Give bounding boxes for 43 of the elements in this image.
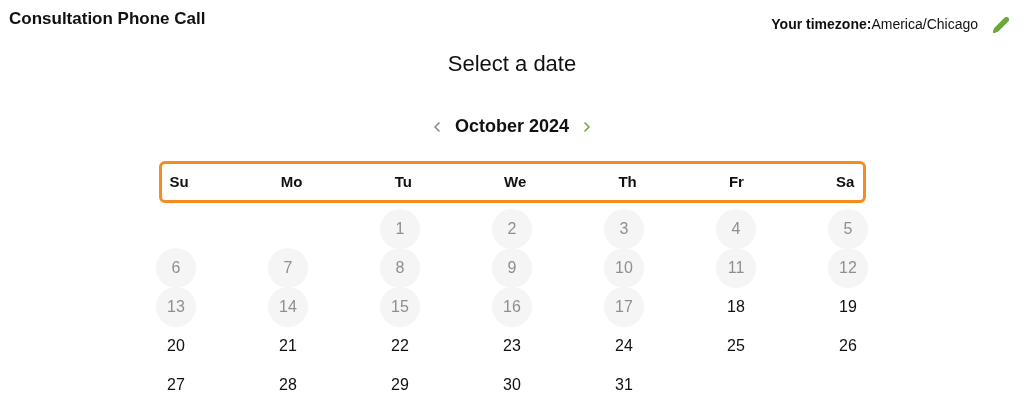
calendar-day[interactable]: 26: [828, 326, 868, 366]
weekday-label: Mo: [280, 171, 303, 192]
calendar-day[interactable]: 23: [492, 326, 532, 366]
calendar-day[interactable]: 18: [716, 287, 756, 327]
calendar-day: 3: [604, 209, 644, 249]
calendar-day[interactable]: 22: [380, 326, 420, 366]
edit-icon[interactable]: [992, 15, 1010, 34]
calendar-day: 10: [604, 248, 644, 288]
calendar-day[interactable]: 29: [380, 365, 420, 405]
weekday-label: Fr: [728, 171, 744, 192]
calendar-day: 4: [716, 209, 756, 249]
calendar-day[interactable]: 25: [716, 326, 756, 366]
calendar-day[interactable]: 27: [156, 365, 196, 405]
weekday-label: We: [504, 171, 527, 192]
calendar-day: 15: [380, 287, 420, 327]
calendar-day[interactable]: 30: [492, 365, 532, 405]
calendar-day[interactable]: 31: [604, 365, 644, 405]
month-label: October 2024: [454, 115, 570, 138]
section-heading: Select a date: [447, 50, 577, 78]
weekday-label: Th: [618, 171, 637, 192]
calendar-day[interactable]: 21: [268, 326, 308, 366]
calendar-day: 12: [828, 248, 868, 288]
calendar-day: 13: [156, 287, 196, 327]
calendar-day: 9: [492, 248, 532, 288]
calendar-day: 2: [492, 209, 532, 249]
calendar-day: 17: [604, 287, 644, 327]
calendar-day[interactable]: 20: [156, 326, 196, 366]
calendar-day: 7: [268, 248, 308, 288]
calendar-day[interactable]: 24: [604, 326, 644, 366]
page-title: Consultation Phone Call: [9, 8, 206, 30]
calendar-day: 5: [828, 209, 868, 249]
calendar-day: 6: [156, 248, 196, 288]
calendar-day[interactable]: 28: [268, 365, 308, 405]
weekday-label: Tu: [394, 171, 412, 192]
timezone-text: Your timezone:America/Chicago: [771, 15, 978, 34]
calendar-day: 14: [268, 287, 308, 327]
weekday-label: Su: [169, 171, 189, 192]
calendar-day[interactable]: 19: [828, 287, 868, 327]
weekday-label: Sa: [836, 171, 855, 192]
calendar-day: 1: [380, 209, 420, 249]
calendar-day: 16: [492, 287, 532, 327]
calendar-day: 11: [716, 248, 756, 288]
calendar-day: 8: [380, 248, 420, 288]
